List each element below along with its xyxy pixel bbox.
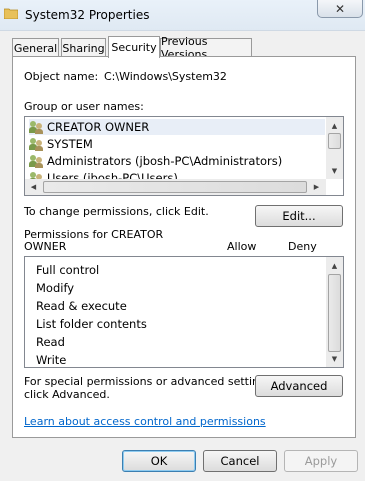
folder-icon: [4, 8, 18, 19]
users-icon: [29, 120, 44, 134]
close-icon: ✕: [334, 1, 346, 16]
list-item: Write: [36, 353, 67, 367]
scroll-thumb[interactable]: [43, 181, 307, 193]
close-button[interactable]: ✕: [317, 0, 363, 18]
scroll-thumb[interactable]: [328, 274, 341, 352]
list-item[interactable]: SYSTEM: [29, 136, 93, 152]
tab-sharing[interactable]: Sharing: [61, 38, 106, 57]
change-permissions-text: To change permissions, click Edit.: [24, 205, 209, 218]
tab-previous-versions[interactable]: Previous Versions: [160, 35, 252, 61]
learn-access-control-link[interactable]: Learn about access control and permissio…: [24, 415, 266, 428]
special-permissions-text-2: click Advanced.: [24, 388, 110, 401]
allow-header: Allow: [227, 240, 257, 253]
title-bar: System32 Properties ✕: [0, 0, 365, 31]
scroll-right-icon[interactable]: ▶: [309, 179, 324, 194]
scroll-thumb[interactable]: [328, 133, 341, 149]
tab-general[interactable]: General: [12, 38, 59, 57]
permissions-vscroll[interactable]: ▲ ▼: [326, 257, 343, 367]
list-item: Read & execute: [36, 299, 127, 313]
users-icon: [29, 154, 44, 168]
scroll-up-icon[interactable]: ▲: [327, 118, 342, 133]
cancel-button[interactable]: Cancel: [203, 450, 277, 472]
advanced-button[interactable]: Advanced: [255, 375, 343, 397]
group-list-hscroll[interactable]: ◀ ▶: [25, 179, 326, 195]
ok-button[interactable]: OK: [122, 450, 196, 472]
list-item: Read: [36, 335, 65, 349]
security-panel: Object name: C:\Windows\System32 Group o…: [12, 56, 356, 438]
list-item: Modify: [36, 281, 75, 295]
group-names-label: Group or user names:: [24, 100, 144, 113]
group-list[interactable]: CREATOR OWNER SYSTEM Administrators (jbo…: [24, 116, 344, 196]
edit-button[interactable]: Edit...: [255, 205, 343, 227]
group-list-vscroll[interactable]: ▲ ▼: [326, 117, 343, 179]
window-title: System32 Properties: [25, 8, 150, 22]
object-name-value: C:\Windows\System32: [104, 70, 227, 83]
scroll-left-icon[interactable]: ◀: [26, 179, 41, 194]
scroll-down-icon[interactable]: ▼: [327, 163, 342, 178]
permissions-title-owner: OWNER: [24, 240, 67, 253]
list-item: Full control: [36, 263, 100, 277]
object-name-label: Object name:: [24, 70, 99, 83]
list-item[interactable]: CREATOR OWNER: [29, 119, 325, 135]
list-item: List folder contents: [36, 317, 147, 331]
scroll-up-icon[interactable]: ▲: [327, 258, 342, 273]
scroll-down-icon[interactable]: ▼: [327, 351, 342, 366]
list-item[interactable]: Administrators (jbosh-PC\Administrators): [29, 153, 282, 169]
permissions-list[interactable]: Full control Modify Read & execute List …: [24, 256, 344, 368]
tab-security[interactable]: Security: [108, 36, 160, 58]
deny-header: Deny: [288, 240, 317, 253]
users-icon: [29, 137, 44, 151]
special-permissions-text: For special permissions or advanced sett…: [24, 375, 276, 388]
apply-button[interactable]: Apply: [284, 450, 358, 472]
